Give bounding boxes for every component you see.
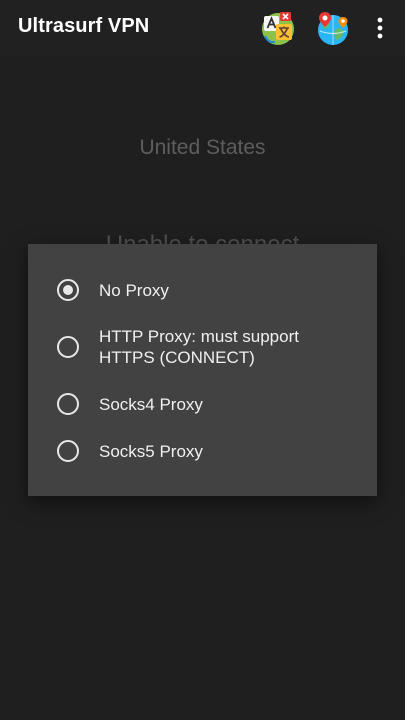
radio-socks5-proxy[interactable] <box>57 440 79 462</box>
proxy-dialog: No Proxy HTTP Proxy: must support HTTPS … <box>28 244 377 496</box>
option-label: HTTP Proxy: must support HTTPS (CONNECT) <box>99 327 299 367</box>
option-label: Socks4 Proxy <box>99 394 203 414</box>
radio-socks4-proxy[interactable] <box>57 393 79 415</box>
screen: Ultrasurf VPN United States No Proxy HTT… <box>0 0 405 720</box>
radio-http-proxy[interactable] <box>57 336 79 358</box>
option-label: No Proxy <box>99 280 169 300</box>
option-http-proxy[interactable]: HTTP Proxy: must support HTTPS (CONNECT) <box>28 314 377 380</box>
option-no-proxy[interactable]: No Proxy <box>28 266 377 314</box>
country-label: United States <box>139 136 266 159</box>
radio-no-proxy[interactable] <box>57 279 79 301</box>
translate-button[interactable] <box>259 9 297 47</box>
translate-icon <box>262 12 294 45</box>
more-options-button[interactable] <box>364 12 396 44</box>
option-socks4-proxy[interactable]: Socks4 Proxy <box>28 380 377 428</box>
app-title: Ultrasurf VPN <box>18 15 150 37</box>
globe-location-icon <box>318 12 348 45</box>
option-socks5-proxy[interactable]: Socks5 Proxy <box>28 428 377 474</box>
option-label: Socks5 Proxy <box>99 441 203 461</box>
app-bar: Ultrasurf VPN <box>0 0 405 56</box>
globe-location-button[interactable] <box>314 9 352 47</box>
more-vert-icon <box>377 17 383 39</box>
